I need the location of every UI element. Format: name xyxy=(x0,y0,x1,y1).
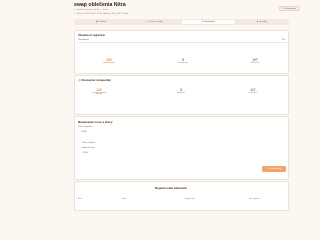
save-icon: ✓ xyxy=(266,168,269,170)
participants-card: Registrovaní účastníci xyxy=(74,181,289,211)
stat-available-value: 120 xyxy=(96,88,102,92)
event-location-text: Piatok 8. 2025 18:00 · Pri Sv. Vojtecha,… xyxy=(76,12,129,15)
save-button-label: Uložiť zmeny xyxy=(269,168,282,170)
stat-registrations-label: Registrácie xyxy=(177,92,185,94)
save-button[interactable]: ✓ Uložiť zmeny xyxy=(262,166,286,172)
tab-bar: ▦ Prehľad ▭ Lístky a Predaj ⚙ Nastavenia… xyxy=(74,19,289,25)
capacity-label: Obsadenosť xyxy=(78,39,89,41)
tag-icon: ● xyxy=(74,9,76,11)
stat-available: 120 Dostupné vstupenky predajné xyxy=(79,88,119,95)
location-icon: ● xyxy=(74,12,76,15)
stat-registered-label: Zaregistrovaní xyxy=(177,62,189,64)
stat-registrations-value: 3 xyxy=(180,88,182,92)
vouchers-card: ◎ Dostupné vstupenky 120 Dostupné vstupe… xyxy=(74,75,289,115)
column-header-status: Stav registrácie xyxy=(249,198,260,200)
capacity-value: 0% xyxy=(282,39,285,41)
column-header-name: Meno xyxy=(78,198,82,200)
tab-tickets[interactable]: ▭ Lístky a Predaj xyxy=(128,20,181,25)
pricing-card: Nastavenie ceny a zľavy Cena vstupného €… xyxy=(74,116,289,180)
stat-total-value: 200 xyxy=(106,58,112,62)
column-header-email: E-mail xyxy=(122,198,127,200)
ticket-icon: ▭ xyxy=(146,21,149,23)
discount-title: Zľava s kódom xyxy=(82,142,96,144)
tab-label: Prehľad xyxy=(98,21,106,23)
registration-title: Obsadenosť registrácie xyxy=(78,34,105,37)
registration-card: Obsadenosť registrácie Obsadenosť 0% 200… xyxy=(74,30,289,74)
gear-icon: ⚙ xyxy=(201,21,204,23)
stat-free-label: Voľné miesta xyxy=(250,62,260,64)
stat-free: 197 Voľné miesta xyxy=(235,58,275,64)
discount-input[interactable]: % 50 xyxy=(83,152,88,154)
tab-label: Nastavenia xyxy=(204,21,215,23)
stat-registered: 3 Zaregistrovaní xyxy=(163,58,203,64)
event-meta-location: ● Piatok 8. 2025 18:00 · Pri Sv. Vojtech… xyxy=(74,13,128,15)
gear-icon: ⚙ xyxy=(283,7,285,10)
tab-results[interactable]: ▮ Výsledky xyxy=(236,20,289,25)
tab-label: Výsledky xyxy=(259,21,268,23)
tab-overview[interactable]: ▦ Prehľad xyxy=(75,20,128,25)
price-label: Cena vstupného xyxy=(78,126,93,128)
stat-registrations: 3 Registrácie xyxy=(161,88,201,94)
chart-icon: ▮ xyxy=(256,21,259,23)
price-input[interactable]: € 4,00 xyxy=(81,131,87,133)
tab-settings[interactable]: ⚙ Nastavenia xyxy=(182,19,235,25)
stat-registered-value: 3 xyxy=(182,58,184,62)
pricing-title: Nastavenie ceny a zľavy xyxy=(78,120,113,124)
page-title: swap oblečenia Nitra xyxy=(74,2,126,8)
settings-button[interactable]: ⚙ Nastavenia xyxy=(279,6,300,11)
stat-remaining: 117 Zostávajúce xyxy=(233,88,273,94)
stat-remaining-value: 117 xyxy=(250,88,256,92)
settings-button-label: Nastavenia xyxy=(285,7,296,10)
stat-total-label: Celková kapacita xyxy=(102,62,116,64)
event-header: swap oblečenia Nitra ● Ponukové sezóna O… xyxy=(0,0,320,30)
column-header-registered: Registrovaný xyxy=(185,198,195,200)
participants-title: Registrovaní účastníci xyxy=(155,186,188,190)
stat-available-sub: predajné xyxy=(95,94,103,96)
capacity-progress-bar xyxy=(78,42,287,43)
vouchers-title-text: Dostupné vstupenky xyxy=(81,78,111,82)
stat-remaining-label: Zostávajúce xyxy=(248,92,258,94)
discount-label: Hodnota zľavy xyxy=(82,147,95,149)
event-meta-season: ● Ponukové sezóna Oslava — Jeseň xyxy=(74,9,108,11)
grid-icon: ▦ xyxy=(95,21,98,23)
event-season-text: Ponukové sezóna Oslava — Jeseň xyxy=(76,9,108,11)
stat-total: 200 Celková kapacita xyxy=(89,58,129,64)
vouchers-title: ◎ Dostupné vstupenky xyxy=(78,78,111,82)
tab-label: Lístky a Predaj xyxy=(149,21,163,23)
stat-free-value: 197 xyxy=(252,58,258,62)
